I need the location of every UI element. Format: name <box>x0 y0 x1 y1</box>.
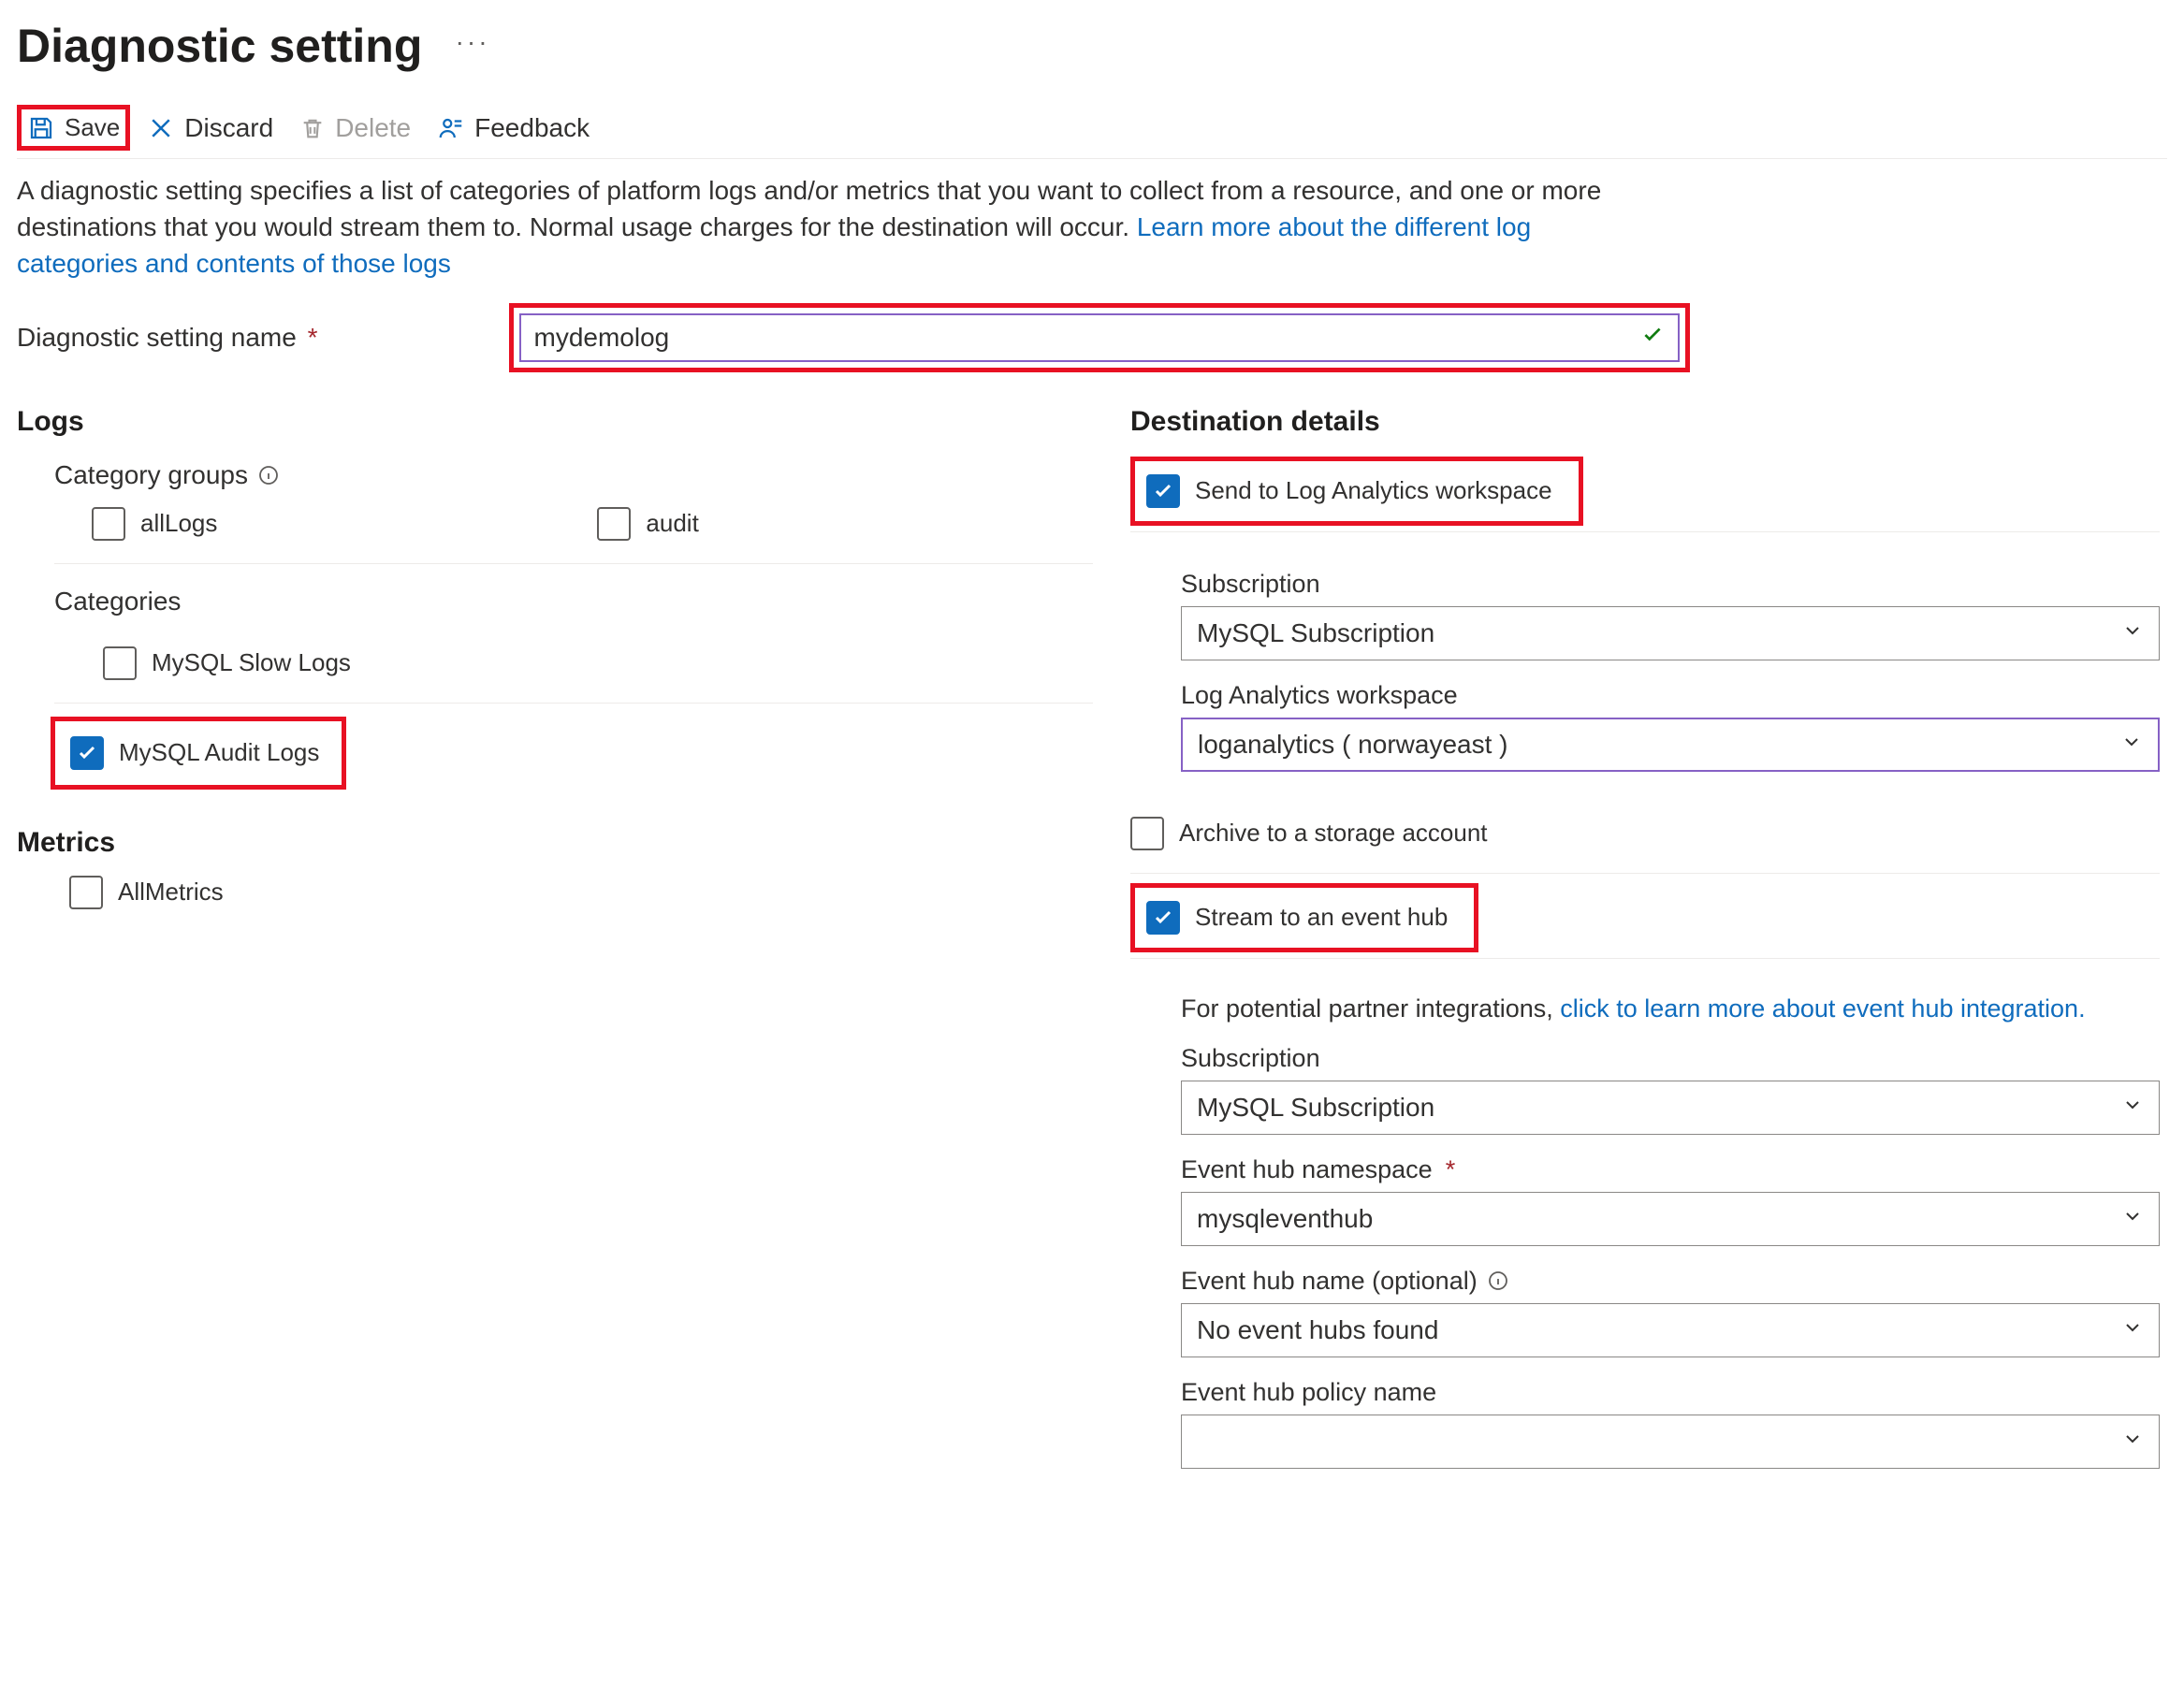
eventhub-note-prefix: For potential partner integrations, <box>1181 994 1560 1023</box>
audit-group-label: audit <box>646 509 698 538</box>
stream-eventhub-checkbox[interactable] <box>1146 901 1180 935</box>
chevron-down-icon <box>2121 1204 2144 1234</box>
chevron-down-icon <box>2120 730 2143 760</box>
eh-hubname-value: No event hubs found <box>1197 1315 1438 1345</box>
intro-text: A diagnostic setting specifies a list of… <box>17 172 1626 283</box>
discard-button[interactable]: Discard <box>138 108 283 149</box>
categories-label: Categories <box>54 587 181 617</box>
eh-subscription-dropdown[interactable]: MySQL Subscription <box>1181 1081 2160 1135</box>
eh-namespace-dropdown[interactable]: mysqleventhub <box>1181 1192 2160 1246</box>
close-icon <box>147 114 175 142</box>
send-log-analytics-label: Send to Log Analytics workspace <box>1195 476 1552 505</box>
eh-namespace-label: Event hub namespace <box>1181 1155 1433 1184</box>
audit-group-checkbox[interactable] <box>597 507 631 541</box>
eh-subscription-label: Subscription <box>1181 1044 2160 1073</box>
delete-label: Delete <box>335 113 411 143</box>
eh-policy-dropdown[interactable] <box>1181 1415 2160 1469</box>
stream-eventhub-label: Stream to an event hub <box>1195 903 1448 932</box>
logs-title: Logs <box>17 406 1093 438</box>
archive-storage-checkbox[interactable] <box>1130 817 1164 850</box>
setting-name-label: Diagnostic setting name * <box>17 323 318 353</box>
chevron-down-icon <box>2121 1093 2144 1123</box>
la-subscription-value: MySQL Subscription <box>1197 618 1434 648</box>
la-workspace-dropdown[interactable]: loganalytics ( norwayeast ) <box>1181 718 2160 772</box>
eventhub-note-link[interactable]: click to learn more about event hub inte… <box>1560 994 2085 1023</box>
mysql-slow-logs-label: MySQL Slow Logs <box>152 648 351 677</box>
save-label: Save <box>65 113 120 142</box>
allmetrics-checkbox[interactable] <box>69 876 103 909</box>
mysql-slow-logs-checkbox[interactable] <box>103 646 137 680</box>
logs-column: Logs Category groups allLogs audit Categ… <box>17 406 1093 926</box>
eh-subscription-value: MySQL Subscription <box>1197 1093 1434 1123</box>
la-subscription-dropdown[interactable]: MySQL Subscription <box>1181 606 2160 660</box>
trash-icon <box>299 115 326 141</box>
page-title: Diagnostic setting <box>17 19 422 73</box>
toolbar: Save Discard Delete Feedback <box>17 105 2167 159</box>
info-icon[interactable] <box>257 464 280 486</box>
delete-button: Delete <box>290 108 420 149</box>
metrics-title: Metrics <box>17 827 1093 859</box>
chevron-down-icon <box>2121 1427 2144 1457</box>
discard-label: Discard <box>184 113 273 143</box>
alllogs-label: allLogs <box>140 509 217 538</box>
info-icon[interactable] <box>1487 1270 1509 1292</box>
mysql-audit-logs-checkbox[interactable] <box>70 736 104 770</box>
eh-namespace-value: mysqleventhub <box>1197 1204 1373 1234</box>
la-workspace-label: Log Analytics workspace <box>1181 681 2160 710</box>
save-icon <box>27 114 55 142</box>
setting-name-input[interactable]: mydemolog <box>519 313 1680 362</box>
send-log-analytics-checkbox[interactable] <box>1146 474 1180 508</box>
setting-name-value: mydemolog <box>534 323 670 353</box>
chevron-down-icon <box>2121 618 2144 648</box>
check-icon <box>1640 322 1665 353</box>
la-workspace-value: loganalytics ( norwayeast ) <box>1198 730 1507 760</box>
feedback-button[interactable]: Feedback <box>428 108 599 149</box>
destination-title: Destination details <box>1130 406 2160 438</box>
alllogs-checkbox[interactable] <box>92 507 125 541</box>
mysql-audit-logs-label: MySQL Audit Logs <box>119 738 319 767</box>
feedback-icon <box>437 114 465 142</box>
la-subscription-label: Subscription <box>1181 570 2160 599</box>
eh-policy-label: Event hub policy name <box>1181 1378 2160 1407</box>
category-groups-label: Category groups <box>54 460 248 490</box>
eh-hubname-dropdown[interactable]: No event hubs found <box>1181 1303 2160 1357</box>
save-button[interactable]: Save <box>17 105 130 151</box>
more-menu-button[interactable]: ··· <box>456 27 490 56</box>
archive-storage-label: Archive to a storage account <box>1179 819 1488 848</box>
feedback-label: Feedback <box>474 113 590 143</box>
chevron-down-icon <box>2121 1315 2144 1345</box>
allmetrics-label: AllMetrics <box>118 878 224 907</box>
destination-column: Destination details Send to Log Analytic… <box>1130 406 2160 1478</box>
eh-hubname-label: Event hub name (optional) <box>1181 1267 1478 1296</box>
